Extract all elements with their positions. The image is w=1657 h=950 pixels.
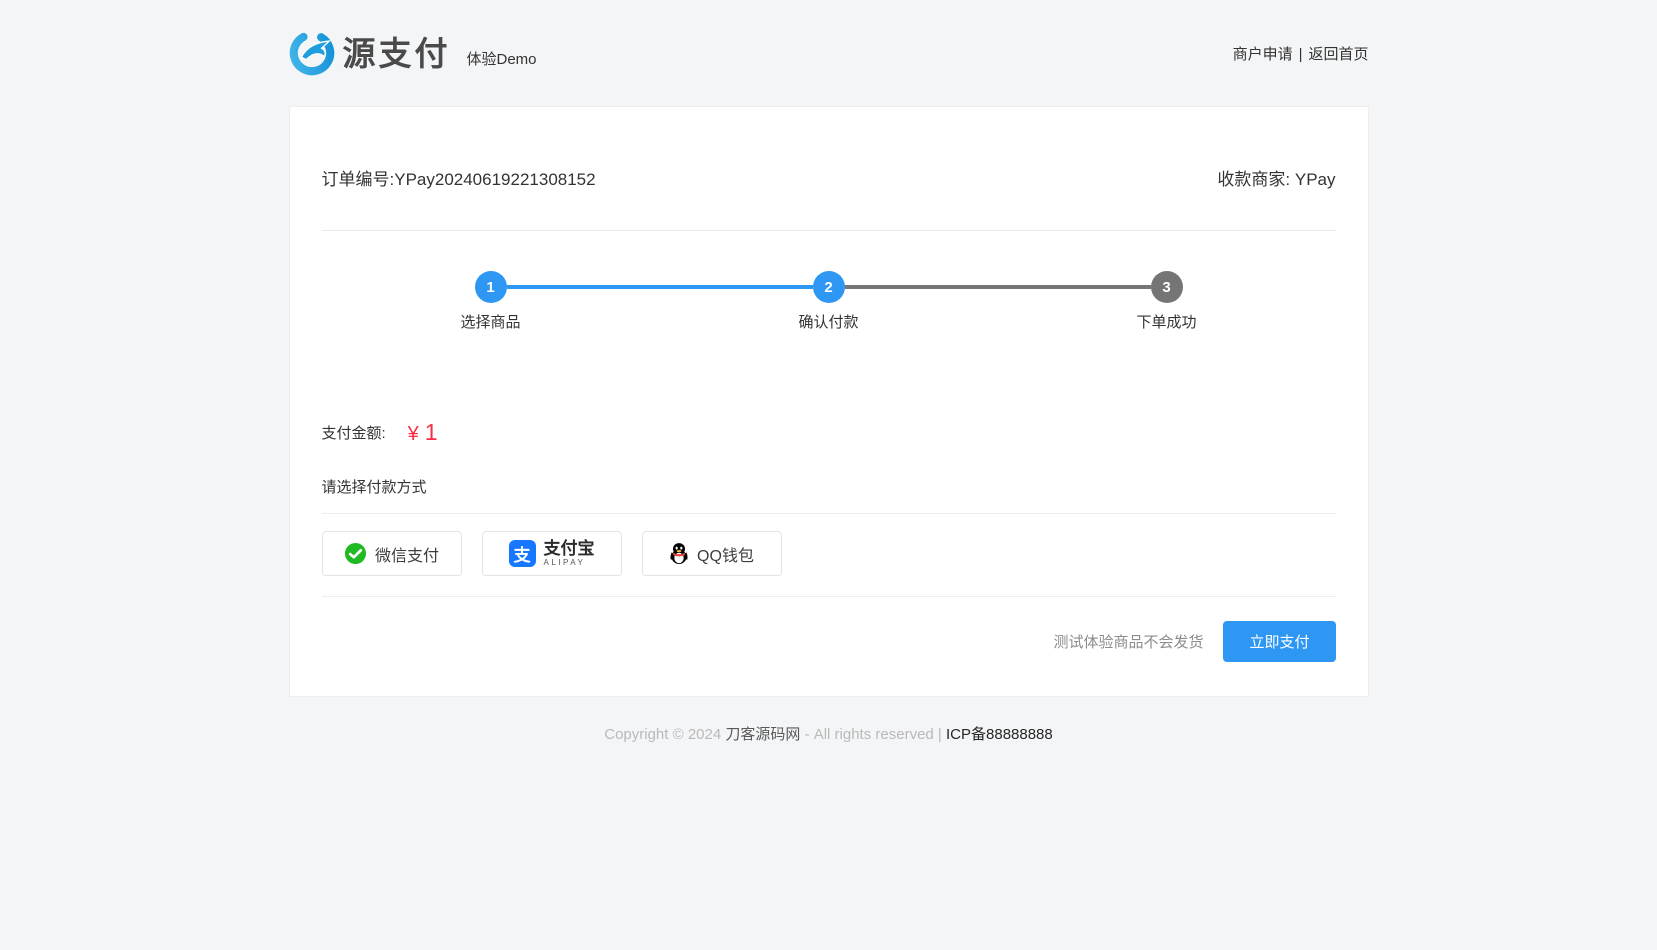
method-title: 请选择付款方式 <box>322 476 1336 497</box>
divider-methods-bottom <box>322 596 1336 597</box>
method-qq-wallet[interactable]: QQ钱包 <box>642 531 782 576</box>
step-confirm-payment: 2 确认付款 <box>813 271 845 303</box>
amount-number: 1 <box>425 419 438 446</box>
step-choose-product: 1 选择商品 <box>475 271 507 303</box>
step-2-dot: 2 <box>813 271 845 303</box>
brand: 源支付 体验Demo <box>289 30 537 76</box>
wechat-pay-icon <box>344 542 367 565</box>
step-connector-1 <box>507 285 813 289</box>
merchant-value: YPay <box>1295 170 1336 189</box>
header-links: 商户申请 | 返回首页 <box>1233 43 1369 64</box>
step-3-dot: 3 <box>1151 271 1183 303</box>
payment-card: 订单编号:YPay20240619221308152 收款商家: YPay 1 … <box>289 106 1369 697</box>
rights-text: - All rights reserved | <box>805 726 942 743</box>
step-3-label: 下单成功 <box>1136 311 1196 332</box>
divider-methods-top <box>322 513 1336 514</box>
links-separator: | <box>1299 46 1303 63</box>
logo-text: 源支付 <box>343 37 451 70</box>
step-2-label: 确认付款 <box>798 311 858 332</box>
order-number-label: 订单编号: <box>322 170 395 189</box>
amount-row: 支付金额: ¥ 1 <box>322 419 1336 446</box>
order-row: 订单编号:YPay20240619221308152 收款商家: YPay <box>322 165 1336 190</box>
order-number-value: YPay20240619221308152 <box>394 170 595 189</box>
icp-link[interactable]: ICP备88888888 <box>946 726 1053 743</box>
payment-methods: 微信支付 支 支付宝 ALIPAY <box>322 531 1336 576</box>
step-progress: 1 选择商品 2 确认付款 3 下单成功 <box>475 271 1183 353</box>
page-footer: Copyright © 2024 刀客源码网 - All rights rese… <box>289 723 1369 744</box>
method-alipay[interactable]: 支 支付宝 ALIPAY <box>482 531 622 576</box>
merchant: 收款商家: YPay <box>1217 165 1335 190</box>
merchant-apply-link[interactable]: 商户申请 <box>1233 46 1293 63</box>
pay-now-button[interactable]: 立即支付 <box>1223 621 1335 662</box>
back-home-link[interactable]: 返回首页 <box>1308 46 1368 63</box>
step-1-dot: 1 <box>475 271 507 303</box>
method-alipay-label: 支付宝 <box>544 540 595 557</box>
qq-wallet-icon <box>669 542 689 565</box>
alipay-icon: 支 <box>509 540 536 567</box>
pay-row: 测试体验商品不会发货 立即支付 <box>322 621 1336 662</box>
step-connector-2 <box>845 285 1151 289</box>
page-header: 源支付 体验Demo 商户申请 | 返回首页 <box>289 0 1369 106</box>
alipay-label-group: 支付宝 ALIPAY <box>544 540 595 567</box>
demo-label: 体验Demo <box>467 48 537 69</box>
method-alipay-sublabel: ALIPAY <box>544 559 595 567</box>
method-qq-label: QQ钱包 <box>697 542 754 566</box>
copyright-text: Copyright © 2024 <box>604 726 721 743</box>
merchant-label: 收款商家: <box>1217 170 1290 189</box>
step-1-label: 选择商品 <box>460 311 520 332</box>
currency-symbol: ¥ <box>408 423 419 446</box>
logo-bird-icon <box>289 30 335 76</box>
test-note: 测试体验商品不会发货 <box>1053 631 1203 652</box>
method-wechat-pay[interactable]: 微信支付 <box>322 531 462 576</box>
method-wechat-label: 微信支付 <box>375 542 439 566</box>
step-order-success: 3 下单成功 <box>1151 271 1183 303</box>
site-link[interactable]: 刀客源码网 <box>725 726 800 743</box>
order-number: 订单编号:YPay20240619221308152 <box>322 165 596 190</box>
divider-top <box>322 230 1336 231</box>
amount-value: ¥ 1 <box>408 419 438 446</box>
amount-label: 支付金额: <box>322 422 386 443</box>
